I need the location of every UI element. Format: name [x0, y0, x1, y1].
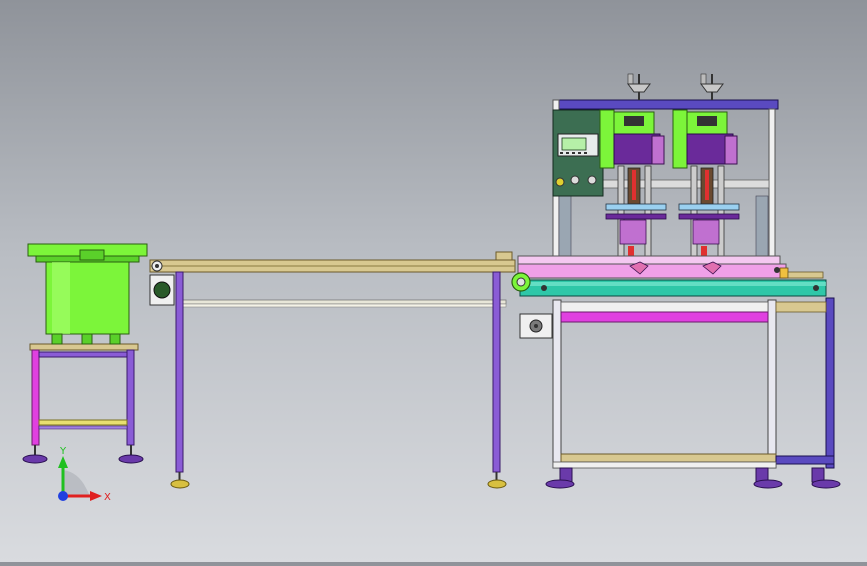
panel-knob: [587, 175, 597, 185]
work-table: [511, 255, 827, 297]
bowl-feeder-stand: [22, 343, 144, 464]
main-machine: [511, 73, 841, 489]
panel-knob: [570, 175, 580, 185]
coordinate-triad: Y X: [58, 446, 111, 503]
bowl-body: [27, 243, 148, 345]
panel-button: [555, 177, 565, 187]
lower-frame: [545, 297, 841, 489]
x-axis-label: X: [104, 492, 111, 503]
linear-feeder: [149, 251, 516, 489]
y-arrowhead: [58, 456, 68, 468]
y-axis-label: Y: [59, 446, 67, 457]
control-box: [519, 313, 553, 339]
control-panel: [552, 109, 604, 197]
bowl-feeder: [22, 243, 148, 464]
lcd-display: [561, 137, 587, 151]
z-axis-dot: [58, 491, 68, 501]
x-arrowhead: [90, 491, 102, 501]
cad-viewport[interactable]: Y X: [0, 0, 867, 562]
